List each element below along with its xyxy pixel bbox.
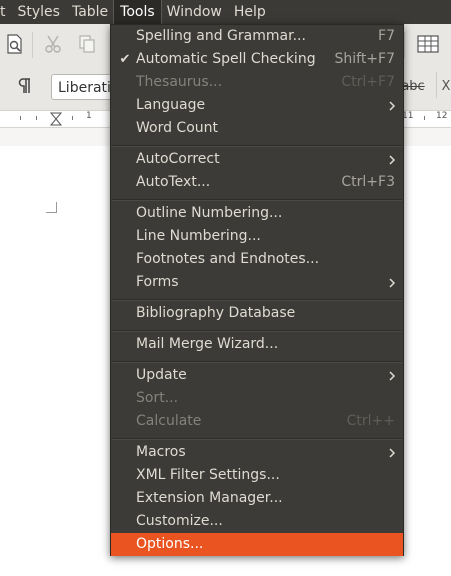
menu-window[interactable]: Window: [161, 0, 228, 24]
paragraph-styles-icon[interactable]: [12, 73, 38, 99]
tools-menu-dropdown: Spelling and Grammar... F7 ✔ Automatic S…: [110, 24, 404, 556]
menu-item-sort: Sort...: [111, 387, 403, 410]
menu-bar: t Styles Table Tools Window Help: [0, 0, 451, 25]
subscript-button-partial[interactable]: X: [440, 73, 451, 99]
text-boundary-corner: [46, 202, 57, 213]
menu-item-autocorrect[interactable]: AutoCorrect: [111, 148, 403, 171]
menu-item-footnotes-endnotes[interactable]: Footnotes and Endnotes...: [111, 248, 403, 271]
menu-separator: [112, 199, 402, 201]
menu-item-label: Thesaurus...: [136, 74, 223, 90]
menu-item-label: Extension Manager...: [136, 490, 283, 506]
menu-separator: [112, 330, 402, 332]
menu-item-shortcut: Shift+F7: [334, 51, 395, 67]
menu-item-calculate: Calculate Ctrl++: [111, 410, 403, 433]
ruler-tick: [72, 116, 73, 120]
menu-separator: [112, 299, 402, 301]
ruler-number: 12: [436, 111, 448, 121]
menu-item-thesaurus: Thesaurus... Ctrl+F7: [111, 71, 403, 94]
chevron-right-icon: [387, 441, 397, 464]
menu-item-autotext[interactable]: AutoText... Ctrl+F3: [111, 171, 403, 194]
menu-item-label: Customize...: [136, 513, 223, 529]
print-preview-icon[interactable]: [2, 31, 28, 57]
menu-table[interactable]: Table: [66, 0, 114, 24]
menu-item-language[interactable]: Language: [111, 94, 403, 117]
menu-item-options[interactable]: Options...: [111, 533, 403, 556]
toolbar-separator: [404, 32, 405, 58]
chevron-right-icon: [387, 364, 397, 387]
menu-item-spelling-grammar[interactable]: Spelling and Grammar... F7: [111, 25, 403, 48]
menu-item-shortcut: Ctrl++: [346, 413, 395, 429]
menu-styles[interactable]: Styles: [12, 0, 66, 24]
menu-item-shortcut: Ctrl+F7: [341, 74, 395, 90]
cut-icon[interactable]: [40, 31, 66, 57]
menu-item-label: Sort...: [136, 390, 179, 406]
menu-help[interactable]: Help: [228, 0, 272, 24]
menu-separator: [112, 361, 402, 363]
menu-item-update[interactable]: Update: [111, 364, 403, 387]
menu-item-forms[interactable]: Forms: [111, 271, 403, 294]
menu-item-label: Line Numbering...: [136, 228, 261, 244]
ruler-number: 1: [86, 111, 92, 121]
menu-item-label: Mail Merge Wizard...: [136, 336, 279, 352]
menu-item-label: Language: [136, 97, 206, 113]
menu-item-mail-merge-wizard[interactable]: Mail Merge Wizard...: [111, 333, 403, 356]
menu-item-label: Automatic Spell Checking: [136, 51, 316, 67]
menu-format-partial[interactable]: t: [0, 0, 12, 24]
ruler-tick: [424, 116, 425, 120]
copy-icon[interactable]: [74, 31, 100, 57]
menu-item-line-numbering[interactable]: Line Numbering...: [111, 225, 403, 248]
ruler-tick: [36, 116, 37, 120]
menu-item-label: Calculate: [136, 413, 202, 429]
menu-item-label: Outline Numbering...: [136, 205, 283, 221]
menu-item-label: XML Filter Settings...: [136, 467, 280, 483]
toolbar-separator: [32, 32, 33, 58]
toolbar-separator: [436, 72, 437, 98]
menu-item-label: Spelling and Grammar...: [136, 28, 306, 44]
menu-item-extension-manager[interactable]: Extension Manager...: [111, 487, 403, 510]
menu-item-shortcut: Ctrl+F3: [341, 174, 395, 190]
menu-item-label: Update: [136, 367, 187, 383]
menu-separator: [112, 145, 402, 147]
menu-item-label: Macros: [136, 444, 186, 460]
menu-item-xml-filter-settings[interactable]: XML Filter Settings...: [111, 464, 403, 487]
menu-item-label: Options...: [136, 536, 204, 552]
insert-table-icon[interactable]: [415, 31, 441, 57]
menu-item-macros[interactable]: Macros: [111, 441, 403, 464]
menu-item-label: Forms: [136, 274, 179, 290]
menu-item-shortcut: F7: [378, 28, 395, 44]
menu-item-label: AutoText...: [136, 174, 211, 190]
menu-item-label: Bibliography Database: [136, 305, 296, 321]
menu-tools[interactable]: Tools: [113, 0, 162, 25]
chevron-right-icon: [387, 148, 397, 171]
chevron-right-icon: [387, 271, 397, 294]
menu-item-customize[interactable]: Customize...: [111, 510, 403, 533]
menu-item-automatic-spell-checking[interactable]: ✔ Automatic Spell Checking Shift+F7: [111, 48, 403, 71]
menu-item-label: Word Count: [136, 120, 219, 136]
menu-item-outline-numbering[interactable]: Outline Numbering...: [111, 202, 403, 225]
menu-item-bibliography-database[interactable]: Bibliography Database: [111, 302, 403, 325]
ruler-tick: [20, 116, 21, 120]
menu-item-word-count[interactable]: Word Count: [111, 117, 403, 140]
menu-item-label: Footnotes and Endnotes...: [136, 251, 320, 267]
checkmark-icon: ✔: [119, 52, 131, 67]
menu-separator: [112, 438, 402, 440]
menu-item-label: AutoCorrect: [136, 151, 220, 167]
chevron-right-icon: [387, 94, 397, 117]
